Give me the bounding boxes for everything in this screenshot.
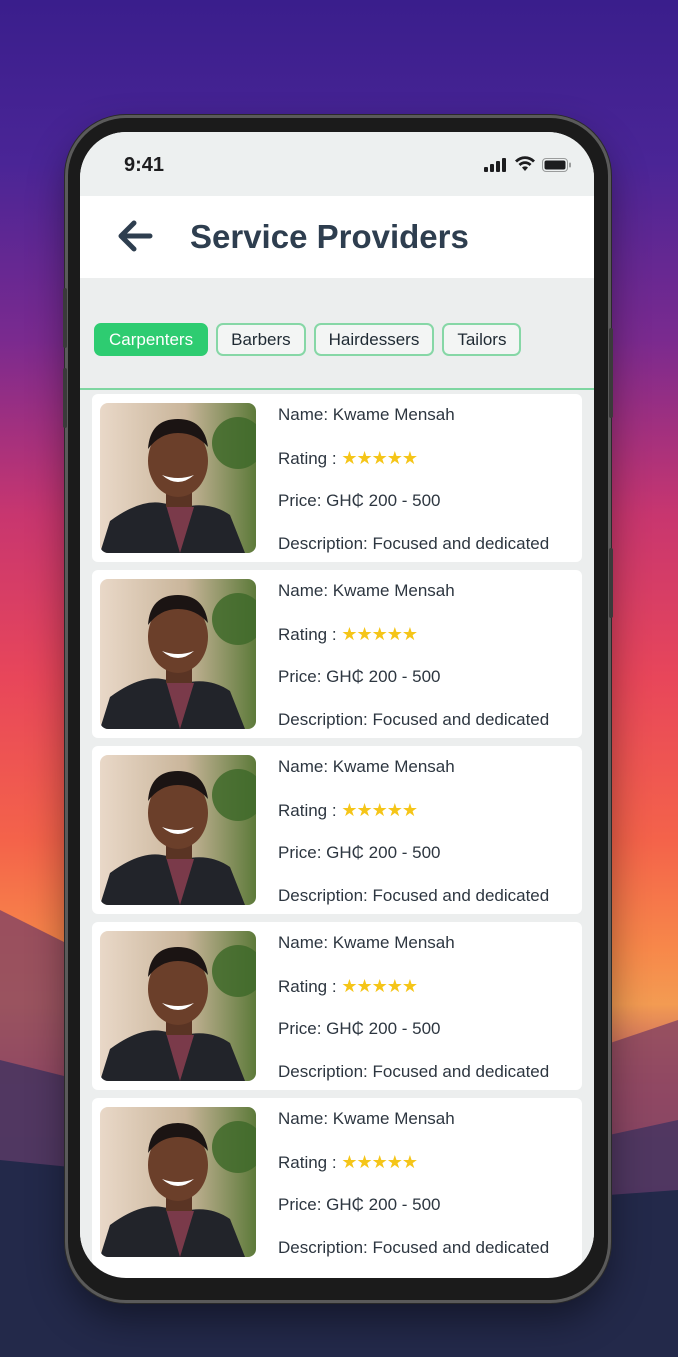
category-chip-hairdessers[interactable]: Hairdessers — [313, 323, 435, 356]
provider-photo — [100, 579, 256, 729]
provider-rating: Rating : ★★★★★ — [278, 447, 549, 490]
provider-rating: Rating : ★★★★★ — [278, 1151, 549, 1194]
star-rating-icon: ★★★★★ — [341, 624, 418, 644]
provider-rating: Rating : ★★★★★ — [278, 799, 549, 842]
star-rating-icon: ★★★★★ — [341, 800, 418, 820]
provider-price: Price: GH₵ 200 - 500 — [278, 667, 441, 686]
provider-price: Price: GH₵ 200 - 500 — [278, 843, 441, 862]
provider-info: Name: Kwame Mensah Rating : ★★★★★ Price:… — [278, 932, 549, 1104]
provider-card[interactable]: Name: Kwame Mensah Rating : ★★★★★ Price:… — [92, 1098, 582, 1266]
category-filter-bar: Carpenters Barbers Hairdessers Tailors — [80, 278, 594, 390]
battery-icon — [542, 158, 571, 172]
provider-price: Price: GH₵ 200 - 500 — [278, 1195, 441, 1214]
power-button — [609, 328, 613, 418]
provider-name: Name: Kwame Mensah — [278, 933, 455, 952]
provider-card[interactable]: Name: Kwame Mensah Rating : ★★★★★ Price:… — [92, 746, 582, 914]
provider-list: Name: Kwame Mensah Rating : ★★★★★ Price:… — [80, 390, 594, 1266]
cellular-signal-icon — [484, 158, 506, 172]
provider-name: Name: Kwame Mensah — [278, 405, 455, 424]
provider-photo — [100, 931, 256, 1081]
phone-frame: 9:41 Service Providers Carpenters Barber… — [63, 118, 613, 1300]
provider-card[interactable]: Name: Kwame Mensah Rating : ★★★★★ Price:… — [92, 922, 582, 1090]
provider-description: Description: Focused and dedicated — [278, 1238, 550, 1257]
star-rating-icon: ★★★★★ — [341, 1152, 418, 1172]
category-chip-tailors[interactable]: Tailors — [442, 323, 522, 356]
provider-info: Name: Kwame Mensah Rating : ★★★★★ Price:… — [278, 756, 549, 928]
volume-down-button — [63, 368, 67, 428]
provider-name: Name: Kwame Mensah — [278, 757, 455, 776]
status-bar: 9:41 — [80, 132, 594, 196]
rating-label: Rating : — [278, 625, 342, 644]
provider-card[interactable]: Name: Kwame Mensah Rating : ★★★★★ Price:… — [92, 394, 582, 562]
category-chips: Carpenters Barbers Hairdessers Tailors — [94, 323, 522, 356]
status-icons — [484, 156, 572, 172]
provider-name: Name: Kwame Mensah — [278, 1109, 455, 1128]
star-rating-icon: ★★★★★ — [341, 976, 418, 996]
status-time: 9:41 — [124, 154, 165, 176]
rating-label: Rating : — [278, 449, 342, 468]
provider-photo — [100, 1107, 256, 1257]
back-button[interactable] — [112, 214, 156, 258]
rating-label: Rating : — [278, 1153, 342, 1172]
provider-photo — [100, 403, 256, 553]
wifi-icon — [515, 156, 535, 171]
page-title: Service Providers — [190, 218, 469, 255]
provider-name: Name: Kwame Mensah — [278, 581, 455, 600]
rating-label: Rating : — [278, 977, 342, 996]
volume-up-button — [63, 288, 67, 348]
provider-info: Name: Kwame Mensah Rating : ★★★★★ Price:… — [278, 1108, 549, 1278]
provider-info: Name: Kwame Mensah Rating : ★★★★★ Price:… — [278, 580, 549, 752]
back-arrow-icon — [118, 220, 153, 252]
provider-price: Price: GH₵ 200 - 500 — [278, 1019, 441, 1038]
side-button — [609, 548, 613, 618]
rating-label: Rating : — [278, 801, 342, 820]
provider-info: Name: Kwame Mensah Rating : ★★★★★ Price:… — [278, 404, 549, 576]
provider-card[interactable]: Name: Kwame Mensah Rating : ★★★★★ Price:… — [92, 570, 582, 738]
provider-price: Price: GH₵ 200 - 500 — [278, 491, 441, 510]
category-chip-barbers[interactable]: Barbers — [216, 323, 306, 356]
app-header: Service Providers — [80, 196, 594, 278]
provider-photo — [100, 755, 256, 905]
phone-screen: 9:41 Service Providers Carpenters Barber… — [80, 132, 594, 1278]
provider-rating: Rating : ★★★★★ — [278, 975, 549, 1018]
star-rating-icon: ★★★★★ — [341, 448, 418, 468]
provider-rating: Rating : ★★★★★ — [278, 623, 549, 666]
category-chip-carpenters[interactable]: Carpenters — [94, 323, 209, 356]
